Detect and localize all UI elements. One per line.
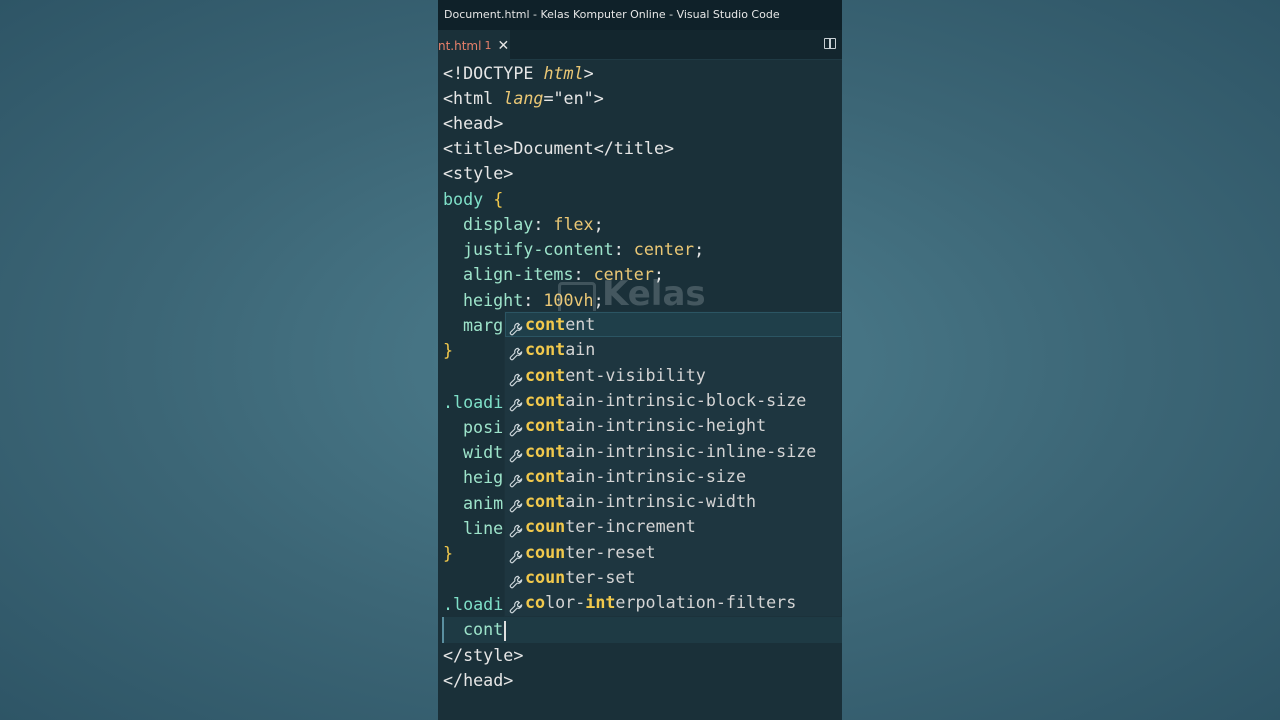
suggestion-label: counter-reset — [525, 541, 656, 562]
vscode-window: Document.html - Kelas Komputer Online - … — [438, 0, 842, 720]
tab-bar: nt.html 1 ✕ — [438, 30, 842, 60]
suggestion-label: counter-set — [525, 567, 636, 587]
text-cursor — [504, 620, 507, 641]
suggestion-item[interactable]: color-interpolation-filters — [505, 590, 841, 615]
code-line-2: <html lang="en"> — [443, 88, 604, 108]
suggestion-label: content-visibility — [525, 364, 706, 385]
code-line-9: align-items: center; — [463, 264, 664, 284]
code-line-8: justify-content: center; — [463, 239, 705, 259]
code-line-18: anim — [463, 493, 504, 513]
code-line-17: heig — [463, 467, 504, 487]
autocomplete-suggestions[interactable]: content contain content-visibility contain-… — [504, 311, 842, 617]
suggestion-label: contain-intrinsic-size — [525, 465, 747, 486]
code-line-23[interactable]: cont — [443, 617, 507, 642]
code-line-12: } — [443, 340, 454, 360]
code-line-7: display: flex; — [463, 214, 604, 234]
suggestion-item[interactable]: counter-reset — [505, 540, 841, 565]
code-line-24: </style> — [443, 645, 524, 665]
suggestion-item[interactable]: content — [505, 312, 841, 337]
code-line-20: } — [443, 543, 454, 563]
suggestion-label: counter-increment — [525, 516, 696, 537]
tab-label: nt.html — [438, 38, 482, 53]
code-line-25: </head> — [443, 670, 514, 690]
code-line-14: .loadi — [443, 392, 504, 412]
suggestion-item[interactable]: contain — [505, 337, 841, 362]
wrench-icon — [509, 369, 523, 386]
wrench-icon — [509, 318, 523, 336]
code-line-4: <title>Document</title> — [443, 138, 675, 158]
code-line-22: .loadi — [443, 594, 504, 614]
suggestion-label: contain-intrinsic-width — [525, 491, 757, 512]
suggestion-item[interactable]: contain-intrinsic-size — [505, 464, 841, 489]
code-line-5: <style> — [443, 163, 514, 183]
suggestion-item[interactable]: content-visibility — [505, 363, 841, 388]
suggestion-item[interactable]: contain-intrinsic-width — [505, 489, 841, 514]
suggestion-item[interactable]: contain-intrinsic-inline-size — [505, 439, 841, 464]
suggestion-item[interactable]: counter-increment — [505, 514, 841, 539]
suggestion-item[interactable]: counter-set — [505, 565, 841, 590]
close-icon[interactable]: ✕ — [497, 38, 509, 54]
problem-count-badge: 1 — [484, 39, 492, 52]
wrench-icon — [509, 495, 523, 513]
wrench-icon — [509, 520, 523, 538]
tab-document-html[interactable]: nt.html 1 ✕ — [438, 30, 510, 60]
code-line-15: posi — [463, 417, 504, 437]
suggestion-label: color-interpolation-filters — [525, 592, 797, 613]
suggestion-label: contain — [525, 339, 596, 360]
wrench-icon — [509, 596, 523, 614]
suggestion-label: contain-intrinsic-height — [525, 415, 767, 436]
code-line-6: body { — [443, 189, 504, 209]
wrench-icon — [509, 445, 523, 462]
split-editor-icon[interactable] — [824, 38, 836, 49]
code-line-3: <head> — [443, 113, 504, 133]
suggestion-item[interactable]: contain-intrinsic-height — [505, 413, 841, 438]
wrench-icon — [509, 546, 523, 564]
code-line-10: height: 100vh; — [463, 290, 604, 310]
wrench-icon — [509, 419, 523, 437]
code-line-16: widt — [463, 442, 504, 462]
code-editor[interactable]: <!DOCTYPE html> <html lang="en"> <head> … — [438, 60, 842, 720]
code-line-19: line — [463, 518, 504, 538]
window-title: Document.html - Kelas Komputer Online - … — [438, 0, 842, 30]
suggestion-label: content — [525, 314, 596, 334]
suggestion-label: contain-intrinsic-inline-size — [525, 440, 817, 461]
wrench-icon — [509, 343, 523, 361]
suggestion-item[interactable]: contain-intrinsic-block-size — [505, 388, 841, 413]
code-line-11: marg — [463, 315, 504, 335]
suggestion-label: contain-intrinsic-block-size — [525, 389, 807, 410]
wrench-icon — [509, 470, 523, 488]
wrench-icon — [509, 571, 523, 589]
code-line-1: <!DOCTYPE html> — [443, 63, 594, 83]
wrench-icon — [509, 394, 523, 412]
